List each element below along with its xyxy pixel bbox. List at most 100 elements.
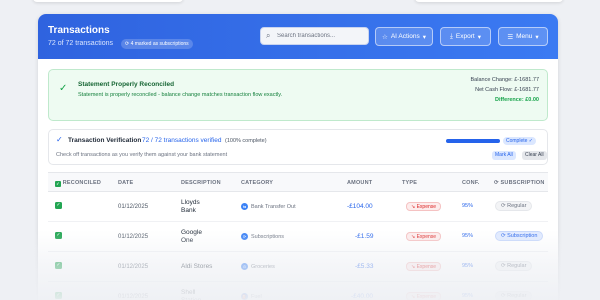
refresh-icon: ⟳: [501, 233, 506, 239]
search-input[interactable]: [277, 30, 365, 42]
row-date: 01/12/2025: [118, 264, 149, 270]
verification-title: Transaction Verification: [68, 137, 142, 144]
column-label: SUBSCRIPTION: [500, 180, 545, 186]
balance-change: Balance Change: £-1681.77: [470, 77, 540, 83]
row-amount: -£40.00: [351, 293, 374, 300]
row-subscription[interactable]: ⟳ Subscription: [495, 231, 544, 241]
type-label: Expense: [416, 234, 437, 240]
row-confidence: 95%: [462, 233, 474, 239]
subscription-label: Subscription: [507, 233, 538, 239]
subscription-label: Regular: [507, 293, 527, 299]
subscription-badge-label: 4 marked as subscriptions: [130, 41, 189, 47]
verified-count: 72 / 72 transactions verified: [142, 137, 222, 144]
row-subscription[interactable]: ⟳ Regular: [495, 201, 533, 211]
reconcile-message: Statement is properly reconciled - balan…: [78, 92, 283, 98]
table-row[interactable]: ✓ 01/12/2025 Lloyds Bank ⇆ Bank Transfer …: [48, 192, 548, 222]
search-icon: ⌕: [266, 31, 271, 40]
download-icon: ⤓: [450, 32, 453, 40]
row-confidence: 95%: [462, 263, 474, 269]
category-label: Fuel: [251, 293, 262, 300]
type-label: Expense: [416, 204, 437, 210]
star-icon: ☆: [382, 33, 388, 41]
row-subscription[interactable]: ⟳ Regular: [495, 291, 533, 300]
subscription-label: Regular: [507, 263, 527, 269]
row-confidence: 95%: [462, 293, 474, 299]
row-category[interactable]: ⟳ Subscriptions: [241, 233, 284, 240]
column-label: RECONCILED: [62, 180, 102, 186]
ai-actions-label: AI Actions: [390, 33, 420, 40]
verification-panel: ✓ Transaction Verification 72 / 72 trans…: [48, 129, 548, 165]
transactions-panel: Transactions 72 of 72 transactions ⟳ 4 m…: [38, 14, 558, 300]
row-type[interactable]: ↘ Expense: [406, 202, 442, 211]
row-category[interactable]: ⛽ Fuel: [241, 293, 262, 300]
row-date: 01/12/2025: [118, 234, 149, 240]
checkmark-icon: ✓: [56, 135, 63, 144]
complete-badge: Complete ✓: [503, 137, 536, 145]
row-type[interactable]: ↘ Expense: [406, 232, 442, 241]
reconcile-banner: ✓ Statement Properly Reconciled Statemen…: [48, 69, 548, 121]
refresh-icon: ⟳: [494, 180, 499, 186]
row-subscription[interactable]: ⟳ Regular: [495, 261, 533, 271]
verification-hint: Check off transactions as you verify the…: [56, 152, 228, 158]
category-label: Bank Transfer Out: [251, 203, 296, 210]
complete-label: Complete: [506, 138, 528, 144]
reconcile-title: Statement Properly Reconciled: [78, 81, 175, 88]
subscription-label: Regular: [507, 203, 527, 209]
refresh-icon: ⟳: [125, 41, 130, 47]
trend-down-icon: ↘: [411, 204, 416, 210]
export-button[interactable]: ⤓ Export ▾: [440, 27, 491, 46]
refresh-icon: ⟳: [501, 203, 506, 209]
menu-label: Menu: [516, 33, 533, 40]
row-amount: -£1.59: [355, 233, 374, 240]
table-row[interactable]: ✓ 01/12/2025 Shell Station ⛽Fuel -£40.00…: [48, 282, 548, 300]
reconciled-checkbox[interactable]: ✓: [55, 292, 62, 299]
verification-progress-bar: [446, 139, 500, 143]
row-type[interactable]: ↘ Expense: [406, 292, 442, 300]
mark-all-button[interactable]: Mark All: [492, 151, 516, 160]
ai-actions-button[interactable]: ☆ AI Actions ▾: [375, 27, 433, 46]
table-row[interactable]: ✓ 01/12/2025 Google One ⟳ Subscriptions -…: [48, 222, 548, 252]
background-card-left: [33, 0, 183, 2]
caret-down-icon: ▾: [535, 33, 539, 41]
fuel-icon: ⛽: [241, 293, 248, 300]
row-description: Lloyds Bank: [181, 199, 200, 214]
row-category[interactable]: ⇆ Bank Transfer Out: [241, 203, 296, 210]
check-icon: ✓: [59, 83, 68, 94]
transaction-count: 72 of 72 transactions: [48, 40, 113, 47]
bank-icon: ⇆: [241, 203, 248, 210]
row-amount: -£104.00: [347, 203, 373, 210]
table-header: ✓ RECONCILED DATE DESCRIPTION CATEGORY A…: [48, 172, 548, 192]
reconciled-checkbox[interactable]: ✓: [55, 232, 62, 239]
caret-down-icon: ▾: [477, 33, 481, 41]
cart-icon: ⊙: [241, 263, 248, 270]
export-label: Export: [455, 33, 475, 40]
row-category[interactable]: ⊙ Groceries: [241, 263, 275, 270]
row-description: Aldi Stores: [181, 263, 213, 270]
table-row[interactable]: ✓ 01/12/2025 Aldi Stores ⊙ Groceries -£5.…: [48, 252, 548, 282]
category-label: Subscriptions: [251, 233, 285, 240]
verified-percent: (100% complete): [225, 138, 267, 144]
reconciled-header[interactable]: ✓ RECONCILED: [55, 180, 101, 187]
row-description: Google One: [181, 229, 202, 244]
checkbox-icon: ✓: [55, 181, 61, 187]
row-type[interactable]: ↘ Expense: [406, 262, 442, 271]
net-cash-flow: Net Cash Flow: £-1681.77: [475, 87, 539, 93]
refresh-icon: ⟳: [501, 263, 506, 269]
background-card-right: [415, 0, 563, 2]
reconciled-checkbox[interactable]: ✓: [55, 202, 62, 209]
row-confidence: 95%: [462, 203, 474, 209]
check-icon: ✓: [528, 138, 533, 144]
description-header: DESCRIPTION: [181, 180, 221, 186]
reconciled-checkbox[interactable]: ✓: [55, 262, 62, 269]
clear-all-button[interactable]: Clear All: [522, 151, 547, 160]
trend-down-icon: ↘: [411, 294, 416, 300]
search-box[interactable]: ⌕: [260, 27, 369, 45]
category-label: Groceries: [251, 263, 275, 270]
trend-down-icon: ↘: [411, 264, 416, 270]
page-title: Transactions: [48, 25, 110, 36]
date-header: DATE: [118, 180, 134, 186]
progress-fill: [446, 139, 500, 143]
transactions-header: Transactions 72 of 72 transactions ⟳ 4 m…: [38, 14, 558, 59]
row-amount: -£5.33: [355, 263, 374, 270]
menu-button[interactable]: ☰ Menu ▾: [498, 27, 548, 46]
